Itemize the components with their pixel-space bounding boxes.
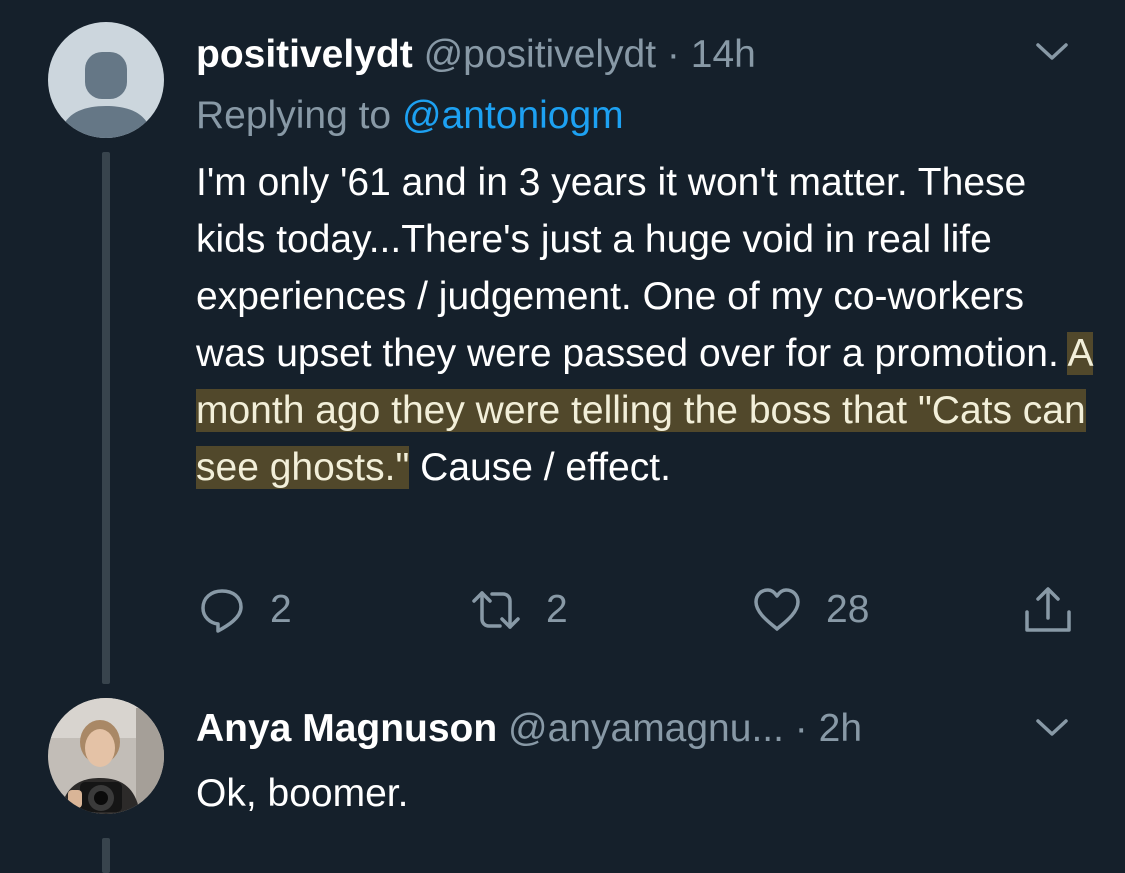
share-icon [1025, 587, 1071, 632]
tweet-text-main: I'm only '61 and in 3 years it won't mat… [196, 161, 1068, 375]
user-photo-avatar [48, 698, 164, 814]
retweet-icon [472, 591, 520, 629]
timestamp[interactable]: 14h [691, 33, 756, 76]
user-handle[interactable]: @anyamagnu... [508, 707, 784, 750]
share-button[interactable] [1022, 586, 1074, 634]
display-name[interactable]: Anya Magnuson [196, 707, 497, 750]
chevron-down-icon[interactable] [1030, 36, 1074, 66]
reply-count: 2 [270, 588, 292, 631]
timestamp[interactable]: 2h [819, 707, 862, 750]
tweet-text: I'm only '61 and in 3 years it won't mat… [196, 154, 1096, 496]
avatar[interactable] [48, 698, 164, 814]
like-count: 28 [826, 588, 870, 631]
reply-button[interactable]: 2 [198, 586, 292, 634]
replying-to-label: Replying to [196, 94, 402, 137]
retweet-button[interactable]: 2 [470, 586, 568, 634]
reply-icon [201, 589, 243, 633]
tweet-text: Ok, boomer. [196, 772, 409, 815]
user-handle[interactable]: @positivelydt [424, 33, 657, 76]
separator-dot: · [666, 33, 680, 76]
avatar[interactable] [48, 22, 164, 138]
display-name[interactable]: positivelydt [196, 33, 413, 76]
tweet-text-end: Cause / effect. [409, 446, 671, 489]
thread-connector-line-bottom [102, 838, 110, 873]
tweet-header: positivelydt @positivelydt · 14h [196, 32, 756, 78]
replying-to-handle-link[interactable]: @antoniogm [402, 94, 624, 137]
tweet-header: Anya Magnuson @anyamagnu... · 2h [196, 706, 862, 752]
retweet-count: 2 [546, 588, 568, 631]
heart-icon [754, 588, 800, 631]
chevron-down-icon[interactable] [1030, 712, 1074, 742]
default-avatar-icon [48, 22, 164, 138]
separator-dot: · [794, 707, 808, 750]
tweet-action-bar: 2 2 28 [0, 586, 1125, 634]
like-button[interactable]: 28 [752, 586, 869, 634]
replying-to-line: Replying to @antoniogm [196, 93, 624, 139]
